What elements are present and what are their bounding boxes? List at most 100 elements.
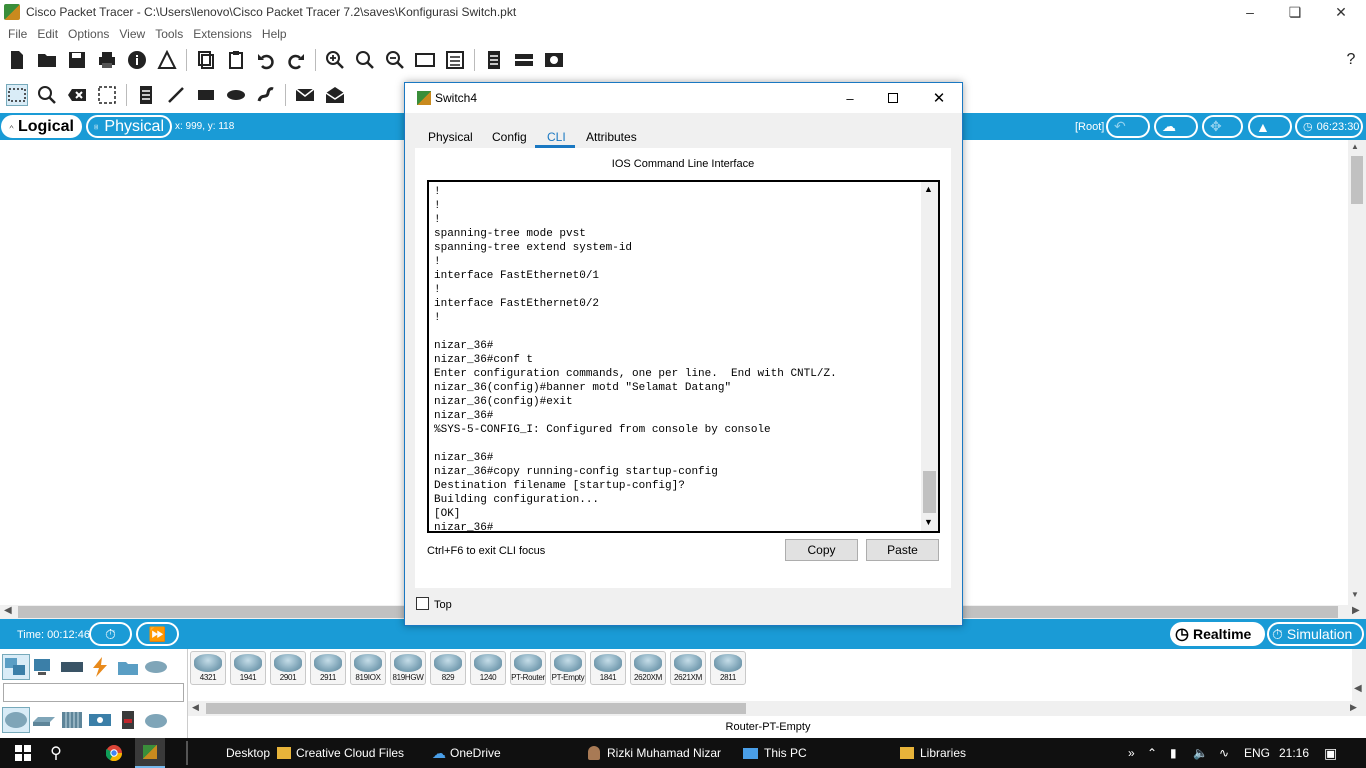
scroll-left-icon[interactable]: ◀	[4, 605, 12, 616]
router-2620xm[interactable]: 2620XM	[630, 651, 666, 685]
scroll-left-icon[interactable]: ◀	[192, 702, 199, 713]
menu-tools[interactable]: Tools	[155, 27, 183, 41]
router-1941[interactable]: 1941	[230, 651, 266, 685]
dialog-maximize-button[interactable]	[873, 83, 913, 113]
router-2811[interactable]: 2811	[710, 651, 746, 685]
minimize-button[interactable]: –	[1227, 0, 1273, 24]
select-tool-icon[interactable]	[6, 84, 28, 106]
new-cluster-button[interactable]: ☁	[1154, 115, 1198, 138]
dialog-minimize-button[interactable]: –	[830, 83, 870, 113]
paste-button[interactable]: Paste	[866, 539, 939, 561]
terminal-scroll-thumb[interactable]	[923, 471, 936, 513]
end-devices-category-icon[interactable]	[30, 654, 58, 680]
router-pt-empty[interactable]: PT-Empty	[550, 651, 586, 685]
components-category-icon[interactable]	[58, 654, 86, 680]
router-819iox[interactable]: 819IOX	[350, 651, 386, 685]
scroll-up-icon[interactable]: ▲	[924, 184, 933, 194]
taskbar-clock[interactable]: 21:16	[1279, 738, 1309, 768]
custom-device-icon[interactable]	[444, 49, 466, 71]
realtime-mode-button[interactable]: ◷ Realtime	[1170, 622, 1265, 646]
battery-icon[interactable]: ▮	[1170, 738, 1177, 768]
user-folder-item[interactable]: Rizki Muhamad Nizar	[588, 738, 721, 768]
logical-tab[interactable]: Logical	[1, 115, 82, 138]
notes-icon[interactable]	[483, 49, 505, 71]
restore-button[interactable]: ❏	[1272, 0, 1318, 24]
viewport-clock[interactable]: ◷ 06:23:30	[1295, 115, 1363, 138]
tab-attributes[interactable]: Attributes	[586, 127, 637, 147]
onedrive-item[interactable]: ☁ OneDrive	[432, 738, 501, 768]
terminal-scrollbar[interactable]: ▲ ▼	[921, 182, 938, 531]
menu-options[interactable]: Options	[68, 27, 109, 41]
help-button[interactable]: ?	[1340, 49, 1362, 71]
packet-tracer-taskbar-icon[interactable]	[135, 738, 165, 768]
router-2911[interactable]: 2911	[310, 651, 346, 685]
tab-physical[interactable]: Physical	[428, 127, 473, 147]
libraries-item[interactable]: Libraries	[900, 738, 966, 768]
wan-emulation-subcategory-icon[interactable]	[142, 707, 170, 733]
draw-ellipse-icon[interactable]	[225, 84, 247, 106]
simulation-mode-button[interactable]: ⏱ Simulation	[1267, 622, 1364, 646]
network-devices-category-icon[interactable]	[2, 654, 30, 680]
draw-rectangle-icon[interactable]	[195, 84, 217, 106]
add-complex-pdu-icon[interactable]	[324, 84, 346, 106]
info-icon[interactable]	[126, 49, 148, 71]
scroll-right-icon[interactable]: ▶	[1350, 702, 1357, 713]
copy-icon[interactable]	[195, 49, 217, 71]
creative-cloud-files-item[interactable]: Creative Cloud Files	[277, 738, 404, 768]
print-icon[interactable]	[96, 49, 118, 71]
menu-file[interactable]: File	[8, 27, 27, 41]
zoom-in-icon[interactable]	[324, 49, 346, 71]
power-cycle-button[interactable]: ⏱	[89, 622, 132, 646]
scroll-right-icon[interactable]: ▶	[1352, 605, 1360, 616]
cli-terminal[interactable]: ! ! ! spanning-tree mode pvst spanning-t…	[427, 180, 940, 533]
network-device-icon[interactable]	[513, 49, 535, 71]
router-4321[interactable]: 4321	[190, 651, 226, 685]
menu-view[interactable]: View	[119, 27, 145, 41]
zoom-out-icon[interactable]	[384, 49, 406, 71]
router-2901[interactable]: 2901	[270, 651, 306, 685]
draw-line-icon[interactable]	[165, 84, 187, 106]
screenshot-icon[interactable]	[543, 49, 565, 71]
scroll-down-icon[interactable]: ▼	[924, 517, 933, 527]
device-panel-scroll-thumb[interactable]	[206, 703, 746, 714]
vertical-scroll-thumb[interactable]	[1351, 156, 1363, 204]
hubs-subcategory-icon[interactable]	[58, 707, 86, 733]
device-panel-vscroll[interactable]: ◀	[1352, 649, 1366, 703]
scroll-left-icon[interactable]: ◀	[1354, 683, 1362, 694]
device-panel-hscroll[interactable]: ◀ ▶	[188, 701, 1366, 716]
undo-icon[interactable]	[255, 49, 277, 71]
router-1240[interactable]: 1240	[470, 651, 506, 685]
router-1841[interactable]: 1841	[590, 651, 626, 685]
freeform-icon[interactable]	[255, 84, 277, 106]
toolbar-overflow-icon[interactable]: »	[1128, 738, 1135, 768]
tab-config[interactable]: Config	[492, 127, 527, 147]
router-829[interactable]: 829	[430, 651, 466, 685]
search-icon[interactable]: ⚲	[46, 738, 66, 768]
close-button[interactable]: ✕	[1318, 0, 1364, 24]
place-note-icon[interactable]	[135, 84, 157, 106]
workspace-vertical-scrollbar[interactable]: ▲ ▼	[1348, 140, 1366, 605]
security-subcategory-icon[interactable]	[114, 707, 142, 733]
switches-subcategory-icon[interactable]	[30, 707, 58, 733]
top-checkbox[interactable]	[416, 597, 429, 610]
chevron-up-icon[interactable]: ⌃	[1147, 738, 1157, 768]
connections-category-icon[interactable]	[86, 654, 114, 680]
activity-wizard-icon[interactable]	[156, 49, 178, 71]
move-object-button[interactable]: ✥	[1202, 115, 1243, 138]
device-filter-box[interactable]	[3, 683, 184, 702]
menu-extensions[interactable]: Extensions	[193, 27, 252, 41]
dialog-close-button[interactable]: ✕	[919, 83, 959, 113]
scroll-up-icon[interactable]: ▲	[1351, 142, 1359, 151]
zoom-reset-icon[interactable]	[354, 49, 376, 71]
fast-forward-button[interactable]: ⏩	[136, 622, 179, 646]
desktop-toolbar-label[interactable]: Desktop	[226, 738, 270, 768]
open-folder-icon[interactable]	[36, 49, 58, 71]
save-icon[interactable]	[66, 49, 88, 71]
wireless-subcategory-icon[interactable]	[86, 707, 114, 733]
add-simple-pdu-icon[interactable]	[294, 84, 316, 106]
tab-cli[interactable]: CLI	[547, 127, 566, 147]
volume-icon[interactable]: 🔈	[1193, 738, 1208, 768]
physical-tab[interactable]: Physical	[86, 115, 172, 138]
scroll-down-icon[interactable]: ▼	[1351, 590, 1359, 599]
notifications-icon[interactable]: ▣	[1324, 738, 1337, 768]
